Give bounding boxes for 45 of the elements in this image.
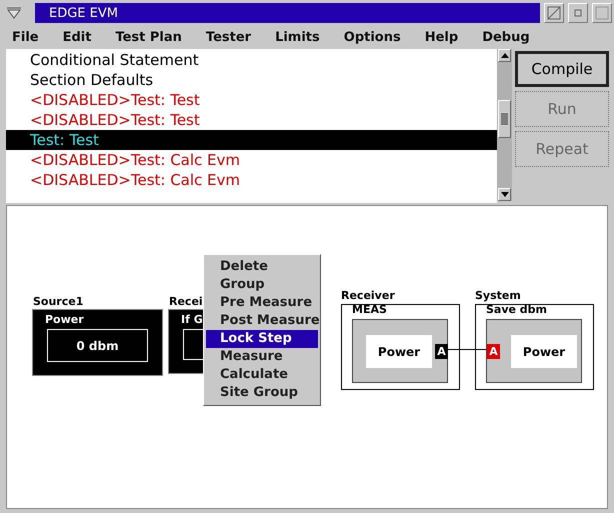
node-title: Power [45,313,84,326]
node-label: System [475,289,521,302]
context-menu-item[interactable]: Pre Measure [206,294,318,312]
node-label: Source1 [33,295,84,308]
grip-icon [501,113,508,125]
menu-item[interactable]: Limits [269,30,327,44]
compile-button[interactable]: Compile [515,51,609,87]
menu-item[interactable]: File [6,30,46,44]
connector-line [447,349,486,350]
menu-item[interactable]: Debug [476,30,537,44]
down-arrow-icon [500,192,508,197]
test-list-item[interactable]: Section Defaults [6,70,497,90]
window-title: EDGE EVM [35,3,540,23]
node-value: 0 dbm [47,329,148,362]
scroll-down-button[interactable] [498,188,511,201]
scroll-thumb[interactable] [498,100,511,138]
menu-item[interactable]: Test Plan [109,30,189,44]
menu-item[interactable]: Edit [56,30,98,44]
test-list-item[interactable]: Test: Test [6,130,497,150]
context-menu-item[interactable]: Delete [206,258,318,276]
node-title: MEAS [352,303,387,316]
menu-item[interactable]: Tester [200,30,258,44]
context-menu-item[interactable]: Group [206,276,318,294]
maximize-icon[interactable] [544,3,564,23]
node-title: Save dbm [486,303,548,316]
node-label: Receiver [341,289,395,302]
test-list-item[interactable]: Conditional Statement [6,50,497,70]
node-title: If G [181,313,203,326]
node-box[interactable]: MEAS Power A [341,304,460,390]
node-value: Power [366,335,432,368]
menu-item[interactable]: Help [418,30,466,44]
minimize-icon[interactable] [568,3,588,23]
node-box[interactable]: Power 0 dbm [33,310,162,375]
port-badge[interactable]: A [487,344,500,359]
up-arrow-icon [500,53,508,58]
close-icon[interactable] [592,3,612,23]
context-menu-item[interactable]: Lock Step [206,330,318,348]
scrollbar[interactable] [497,49,512,201]
scroll-up-button[interactable] [498,49,511,62]
context-menu-item[interactable]: Site Group [206,384,318,402]
node-value: Power [511,335,577,368]
node-box[interactable]: Save dbm A Power [475,304,594,390]
node-label: Recei [169,295,203,308]
menu-item[interactable]: Options [338,30,408,44]
port-badge[interactable]: A [435,344,448,359]
